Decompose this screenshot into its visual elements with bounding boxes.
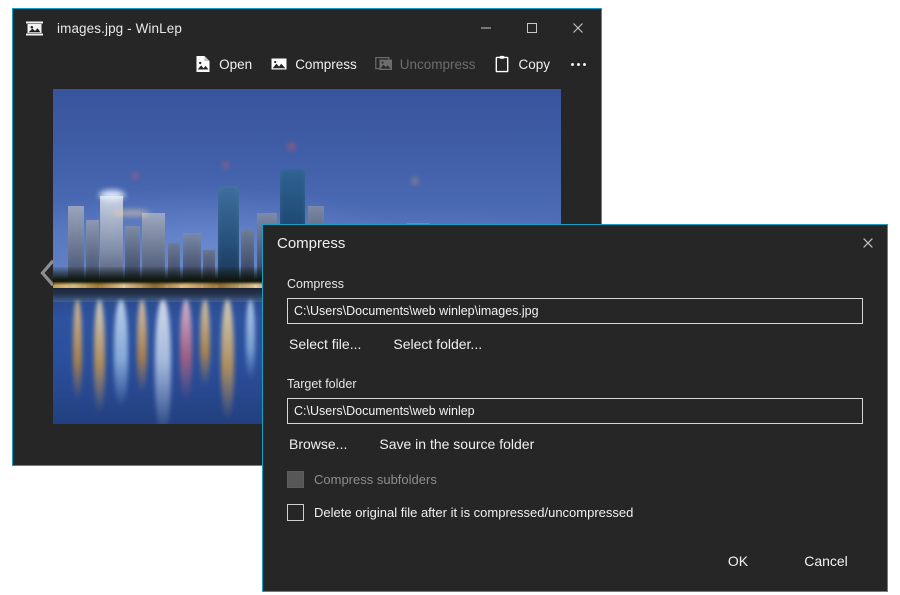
ellipsis-icon (571, 63, 574, 66)
water-reflection (155, 300, 171, 424)
target-actions: Browse... Save in the source folder (287, 433, 863, 455)
toolbar: Open Compress (13, 47, 601, 81)
building-light (114, 210, 150, 216)
ellipsis-icon (577, 63, 580, 66)
browse-button[interactable]: Browse... (287, 433, 353, 455)
building-light (224, 163, 228, 167)
ok-button[interactable]: OK (701, 547, 775, 575)
compress-subfolders-checkbox (287, 471, 304, 488)
compress-label: Compress (295, 57, 357, 72)
water-reflection (137, 300, 147, 394)
source-field-label: Compress (287, 277, 863, 291)
compress-subfolders-row: Compress subfolders (287, 471, 863, 488)
save-in-source-folder-button[interactable]: Save in the source folder (377, 433, 540, 455)
open-file-image-icon (194, 55, 212, 73)
water-reflection (114, 300, 128, 407)
water-reflection (94, 300, 105, 414)
select-folder-button[interactable]: Select folder... (391, 333, 488, 355)
water-reflection (73, 300, 82, 401)
target-folder-input[interactable] (287, 398, 863, 424)
delete-original-label: Delete original file after it is compres… (314, 505, 633, 520)
minimize-button[interactable] (463, 9, 509, 47)
dialog-actions: OK Cancel (701, 547, 863, 575)
copy-button[interactable]: Copy (484, 49, 559, 79)
spacer (287, 355, 863, 377)
building-light (99, 190, 125, 200)
copy-label: Copy (518, 57, 550, 72)
delete-original-row[interactable]: Delete original file after it is compres… (287, 504, 863, 521)
compress-dialog: Compress Compress Select file... Select … (262, 224, 888, 592)
building-light (289, 144, 294, 149)
dialog-close-button[interactable] (853, 228, 883, 258)
title-bar: images.jpg - WinLep (13, 9, 601, 47)
close-button[interactable] (555, 9, 601, 47)
uncompress-label: Uncompress (400, 57, 476, 72)
source-actions: Select file... Select folder... (287, 333, 863, 355)
stacked-images-icon (375, 55, 393, 73)
delete-original-checkbox[interactable] (287, 504, 304, 521)
uncompress-button: Uncompress (366, 49, 485, 79)
open-button[interactable]: Open (185, 49, 261, 79)
water-reflection (180, 300, 192, 401)
image-frame-icon (22, 16, 46, 40)
target-field-label: Target folder (287, 377, 863, 391)
window-controls (463, 9, 601, 47)
more-options-button[interactable] (563, 49, 593, 79)
mountain-image-icon (270, 55, 288, 73)
dialog-title: Compress (277, 235, 345, 252)
compress-button[interactable]: Compress (261, 49, 366, 79)
window-title: images.jpg - WinLep (57, 21, 182, 36)
dialog-body: Compress Select file... Select folder...… (263, 261, 887, 591)
maximize-button[interactable] (509, 9, 555, 47)
source-path-input[interactable] (287, 298, 863, 324)
water-reflection (200, 300, 210, 387)
open-label: Open (219, 57, 252, 72)
select-file-button[interactable]: Select file... (287, 333, 367, 355)
water-reflection (221, 300, 234, 421)
ellipsis-icon (583, 63, 586, 66)
compress-subfolders-label: Compress subfolders (314, 472, 437, 487)
dialog-title-bar: Compress (263, 225, 887, 261)
screen: images.jpg - WinLep (0, 0, 900, 595)
cancel-button[interactable]: Cancel (789, 547, 863, 575)
water-reflection (246, 300, 255, 380)
clipboard-icon (493, 55, 511, 73)
